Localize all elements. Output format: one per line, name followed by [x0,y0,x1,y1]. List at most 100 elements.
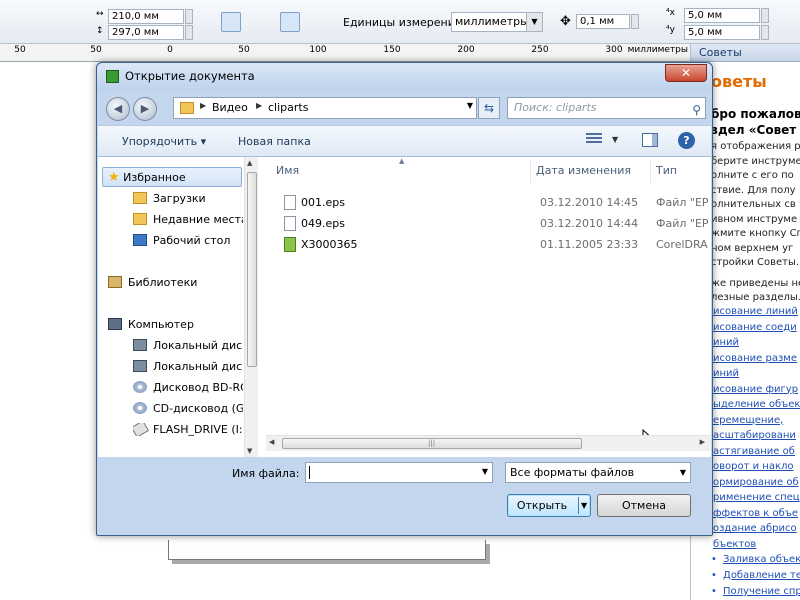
docker-link[interactable]: оворот и накло [711,459,800,475]
nav-item-cd-drive[interactable]: CD-дисковод (G: [133,402,243,415]
forward-button[interactable]: ▶ [133,97,157,121]
duplicate-x-spinner[interactable] [761,8,769,23]
all-pages-button[interactable] [280,12,300,32]
docker-link[interactable]: иний [711,335,800,351]
landscape-button[interactable] [245,12,265,32]
page-height-field[interactable]: 297,0 мм [108,25,184,40]
preview-pane-icon[interactable] [642,133,658,147]
hard-disk-icon [133,360,147,372]
filename-input[interactable]: ▼ [305,462,493,483]
nav-favorites[interactable]: ★ Избранное [108,170,186,185]
nudge-field[interactable]: 0,1 мм [576,14,630,29]
docker-link[interactable]: еремещение, [711,413,800,429]
help-icon[interactable]: ? [678,132,695,149]
docker-link[interactable]: ффектов к объе [711,506,800,522]
search-icon[interactable]: ⚲ [692,100,701,120]
docker-link[interactable]: оздание абрисо [711,521,800,537]
docker-link[interactable]: астягивание об [711,444,800,460]
docker-bullet-text[interactable]: Получение справ [723,586,800,597]
docker-bullet-link[interactable]: Получение справ [711,584,800,600]
nav-libraries[interactable]: Библиотеки [108,276,197,289]
docker-bullet-text[interactable]: Добавление текс [723,570,800,581]
column-header-name[interactable]: Имя [276,164,299,177]
filename-label: Имя файла: [232,467,300,480]
docker-link[interactable]: рименение спец [711,490,800,506]
docker-bullet-link[interactable]: Заливка объекто [711,552,800,568]
chevron-down-icon[interactable]: ▼ [612,135,618,144]
file-name: X3000365 [301,238,358,251]
nav-scroll-thumb[interactable] [247,172,257,367]
file-type: Файл "EP [656,217,709,230]
nav-item-desktop[interactable]: Рабочий стол [133,234,243,247]
file-list-hscrollbar[interactable]: ◀ ||| ▶ [266,435,711,451]
chevron-down-icon[interactable]: ▼ [467,101,473,110]
docker-link[interactable]: ыделение объек [711,397,800,413]
scroll-right-icon[interactable]: ▶ [700,438,705,446]
close-button[interactable]: ✕ [665,64,707,82]
duplicate-y-spinner[interactable] [761,25,769,40]
docker-link[interactable]: ормирование об [711,475,800,491]
ruler-number: 100 [309,45,327,55]
nav-item-bd-rom[interactable]: Дисковод BD-RO [133,381,243,394]
back-button[interactable]: ◀ [106,97,130,121]
chevron-down-icon[interactable]: ▼ [581,495,587,516]
docker-link[interactable]: исование соеди [711,320,800,336]
page-width-field[interactable]: 210,0 мм [108,9,184,24]
column-divider[interactable] [530,159,531,183]
breadcrumb-cliparts[interactable]: cliparts [268,101,308,114]
file-row[interactable]: 001.eps 03.12.2010 14:45 Файл "EP [276,193,709,213]
duplicate-y-field[interactable]: 5,0 мм [684,25,760,40]
scroll-up-icon[interactable]: ▲ [247,159,252,167]
docker-tab[interactable]: Советы [691,44,800,62]
search-input[interactable]: Поиск: cliparts ⚲ [507,97,706,119]
nav-computer[interactable]: Компьютер [108,318,194,331]
docker-link[interactable]: исование разме [711,351,800,367]
docker-line: ивном инструме [711,213,798,225]
scroll-down-icon[interactable]: ▼ [247,447,252,455]
file-type: Файл "EP [656,196,709,209]
docker-bullet-text[interactable]: Заливка объекто [723,554,800,565]
page-width-spinner[interactable] [185,9,193,24]
breadcrumb-video[interactable]: Видео [212,101,248,114]
portrait-button[interactable] [221,12,241,32]
docker-bullet-link[interactable]: Добавление текс [711,568,800,584]
nav-item-local-disk-2[interactable]: Локальный диск [133,360,243,373]
column-header-type[interactable]: Тип [656,164,677,177]
dialog-titlebar[interactable]: Открытие документа ✕ [97,63,712,91]
view-list-icon[interactable] [586,133,602,147]
address-bar[interactable]: ▶ Видео ▶ cliparts ▼ [173,97,477,119]
ruler-number: 250 [531,45,549,55]
nav-item-local-disk-1[interactable]: Локальный диск [133,339,243,352]
chevron-down-icon[interactable]: ▼ [482,467,488,476]
cancel-button[interactable]: Отмена [597,494,691,517]
bd-drive-icon [133,381,147,393]
refresh-button[interactable]: ⇆ [478,97,500,119]
docker-link[interactable]: исование линий [711,304,800,320]
hscroll-thumb[interactable]: ||| [282,438,582,449]
docker-link[interactable]: асштабировани [711,428,800,444]
file-row[interactable]: 049.eps 03.12.2010 14:44 Файл "EP [276,214,709,234]
docker-link[interactable]: иний [711,366,800,382]
docker-link[interactable]: исование фигур [711,382,800,398]
units-label: Единицы измерения: [343,16,466,29]
nudge-spinner[interactable] [631,14,639,29]
docker-link[interactable]: бъектов [711,537,800,553]
page-height-spinner[interactable] [185,25,193,40]
column-header-date[interactable]: Дата изменения [536,164,631,177]
scroll-left-icon[interactable]: ◀ [269,438,274,446]
nav-scrollbar[interactable]: ▲ ▼ [244,157,258,457]
file-type-filter[interactable]: Все форматы файлов ▼ [505,462,691,483]
nav-item-downloads[interactable]: Загрузки [133,192,243,205]
organize-button[interactable]: Упорядочить ▾ [122,135,206,148]
units-select[interactable]: миллиметры ▼ [451,12,543,32]
duplicate-x-field[interactable]: 5,0 мм [684,8,760,23]
column-divider[interactable] [650,159,651,183]
open-button[interactable]: Открыть ▼ [507,494,591,517]
nav-item-flash-drive[interactable]: FLASH_DRIVE (I:) [133,423,243,436]
new-folder-button[interactable]: Новая папка [238,135,311,148]
docker-line: олните с его по [711,170,794,181]
file-row[interactable]: X3000365 01.11.2005 23:33 CorelDRA [276,235,708,255]
current-page-button[interactable] [306,12,326,32]
arrow-left-icon: ◀ [113,102,123,115]
nav-item-recent-places[interactable]: Недавние места [133,213,243,226]
